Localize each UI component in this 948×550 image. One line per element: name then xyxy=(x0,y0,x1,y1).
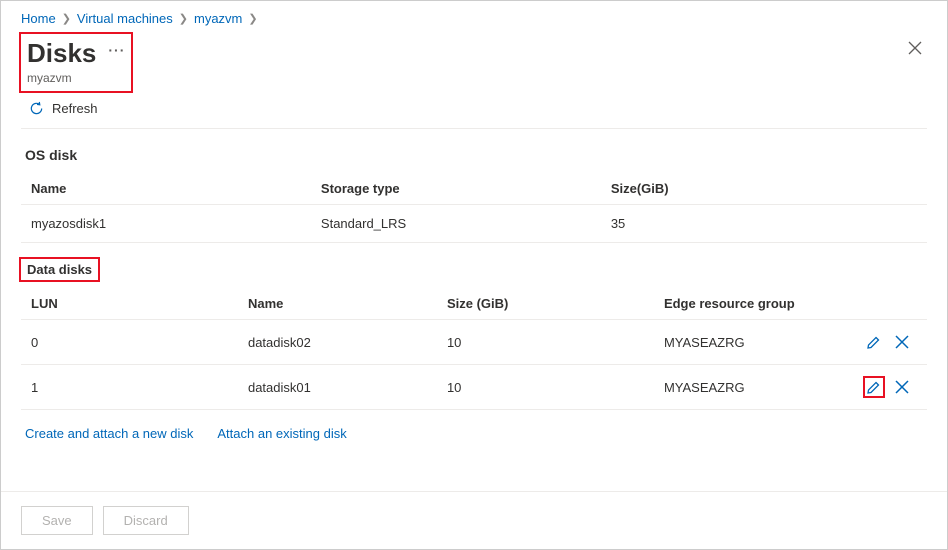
more-actions-icon[interactable]: ··· xyxy=(108,42,125,58)
chevron-right-icon: ❯ xyxy=(248,12,257,25)
discard-button[interactable]: Discard xyxy=(103,506,189,535)
dd-lun: 1 xyxy=(21,365,238,410)
dd-col-size: Size (GiB) xyxy=(437,288,654,320)
dd-col-name: Name xyxy=(238,288,437,320)
dd-size: 10 xyxy=(437,320,654,365)
breadcrumb-vm[interactable]: Virtual machines xyxy=(77,11,173,26)
footer: Save Discard xyxy=(1,491,947,549)
data-disks-table: LUN Name Size (GiB) Edge resource group … xyxy=(21,288,927,410)
edit-icon[interactable] xyxy=(863,376,885,398)
dd-size: 10 xyxy=(437,365,654,410)
os-disk-section-title: OS disk xyxy=(1,129,947,173)
dd-col-lun: LUN xyxy=(21,288,238,320)
os-name: myazosdisk1 xyxy=(21,205,311,243)
dd-erg: MYASEAZRG xyxy=(654,320,853,365)
refresh-icon[interactable] xyxy=(29,101,44,116)
dd-lun: 0 xyxy=(21,320,238,365)
toolbar: Refresh xyxy=(1,93,947,128)
breadcrumb-myazvm[interactable]: myazvm xyxy=(194,11,242,26)
os-col-size: Size(GiB) xyxy=(601,173,927,205)
save-button[interactable]: Save xyxy=(21,506,93,535)
delete-icon[interactable] xyxy=(891,331,913,353)
delete-icon[interactable] xyxy=(891,376,913,398)
page-title: Disks xyxy=(27,38,96,69)
os-col-name: Name xyxy=(21,173,311,205)
edit-icon[interactable] xyxy=(863,331,885,353)
os-disk-table: Name Storage type Size(GiB) myazosdisk1 … xyxy=(21,173,927,243)
os-size: 35 xyxy=(601,205,927,243)
breadcrumb-home[interactable]: Home xyxy=(21,11,56,26)
page-subtitle: myazvm xyxy=(27,71,125,85)
chevron-right-icon: ❯ xyxy=(179,12,188,25)
dd-name: datadisk02 xyxy=(238,320,437,365)
breadcrumb: Home ❯ Virtual machines ❯ myazvm ❯ xyxy=(1,1,947,32)
os-storage: Standard_LRS xyxy=(311,205,601,243)
table-row: 1 datadisk01 10 MYASEAZRG xyxy=(21,365,927,410)
refresh-button[interactable]: Refresh xyxy=(52,101,98,116)
chevron-right-icon: ❯ xyxy=(62,12,71,25)
data-disks-section-title: Data disks xyxy=(19,257,100,282)
close-icon[interactable] xyxy=(903,32,927,69)
attach-disk-link[interactable]: Attach an existing disk xyxy=(217,426,346,441)
dd-col-erg: Edge resource group xyxy=(654,288,853,320)
os-col-storage: Storage type xyxy=(311,173,601,205)
create-disk-link[interactable]: Create and attach a new disk xyxy=(25,426,193,441)
table-row: myazosdisk1 Standard_LRS 35 xyxy=(21,205,927,243)
table-row: 0 datadisk02 10 MYASEAZRG xyxy=(21,320,927,365)
dd-erg: MYASEAZRG xyxy=(654,365,853,410)
dd-name: datadisk01 xyxy=(238,365,437,410)
disk-actions-links: Create and attach a new disk Attach an e… xyxy=(1,410,947,449)
data-disks-section-title-wrap: Data disks xyxy=(19,257,947,282)
page-title-block: Disks ··· myazvm xyxy=(19,32,133,93)
